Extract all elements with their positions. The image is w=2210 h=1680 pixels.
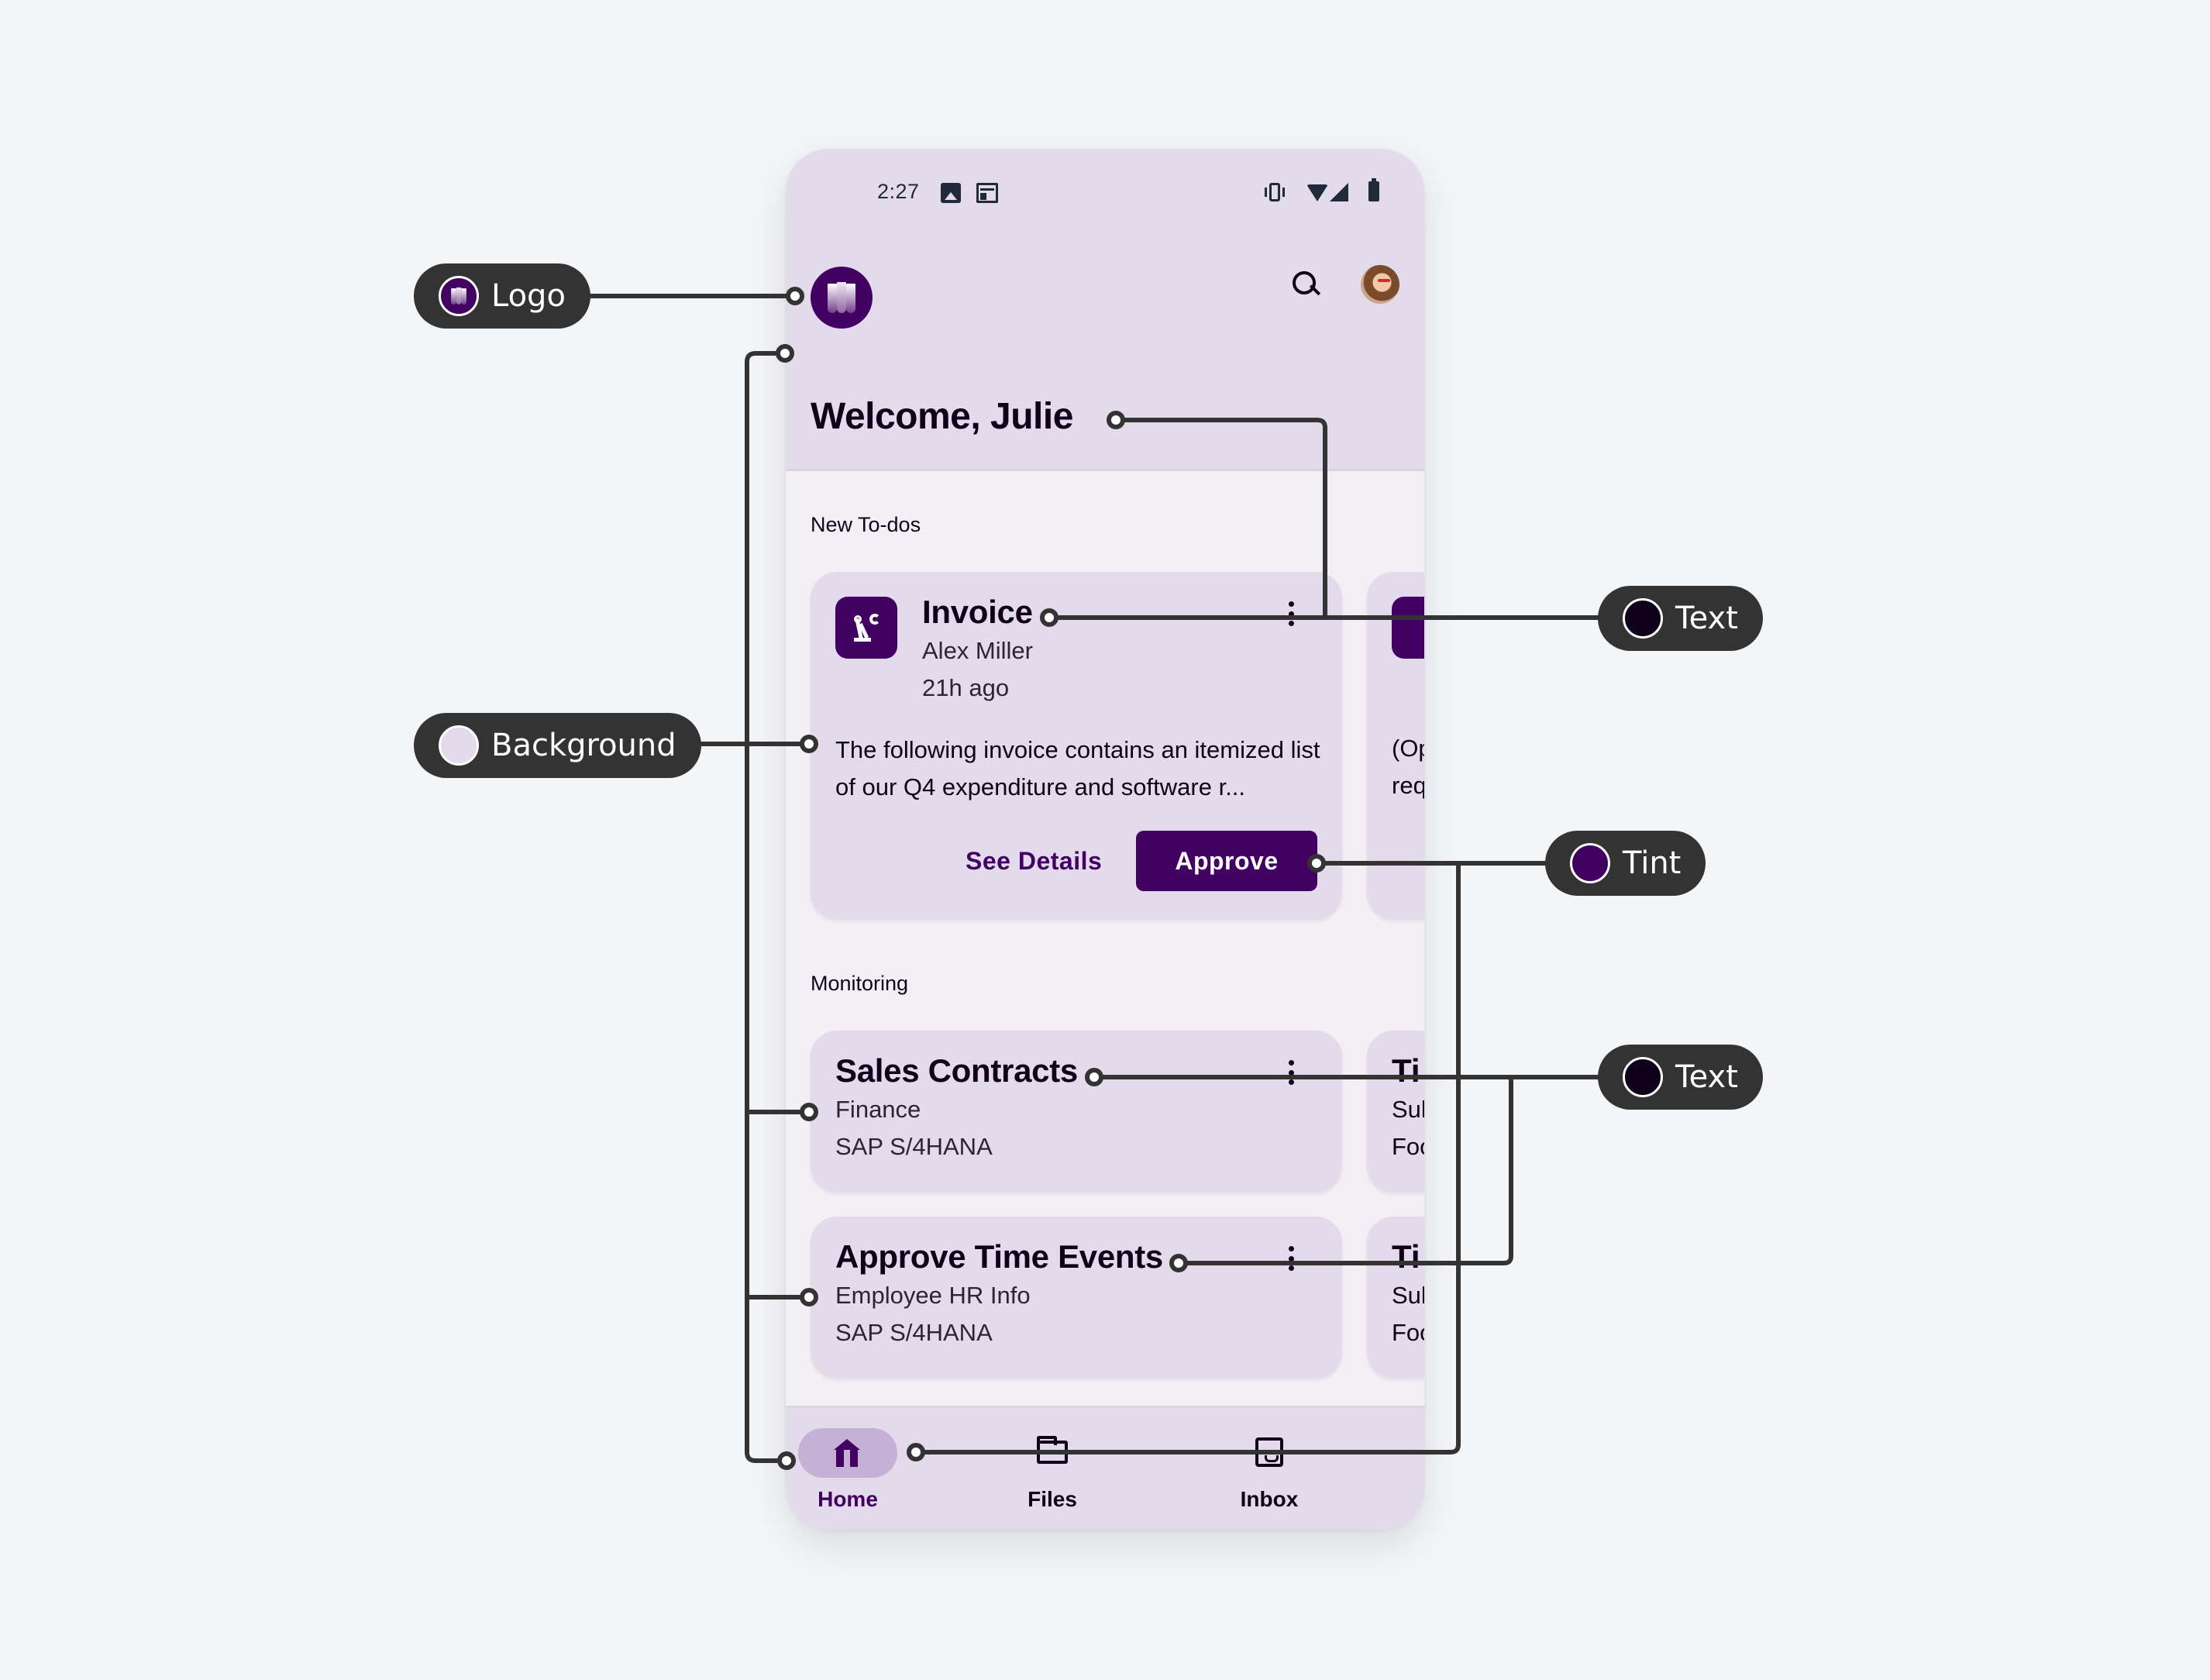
annotation-label: Text [1675,1059,1738,1095]
battery-icon [1368,178,1379,201]
home-icon [834,1439,860,1467]
nav-item-inbox[interactable]: Inbox [1207,1428,1331,1513]
welcome-title: Welcome, Julie [811,396,1073,437]
monitoring-title: Sales Contracts [835,1052,1078,1089]
todo-time: 21h ago [922,674,1010,701]
status-time: 2:27 [877,180,920,203]
app-header: 2:27 Welcome, Julie [786,149,1424,471]
phone-screen: 2:27 Welcome, Julie New To-dos Invoice A… [786,149,1424,1530]
inbox-icon [1255,1437,1283,1467]
annotation-label: Text [1675,601,1738,636]
color-swatch [1623,1057,1663,1097]
more-options-icon[interactable] [1283,1057,1299,1088]
robot-arm-icon [1392,597,1424,659]
peek-title: Ti [1392,1238,1420,1275]
annotation-logo: Logo [414,263,590,329]
todo-card-peek[interactable]: (Op req [1367,572,1424,919]
nav-label: Inbox [1240,1487,1299,1511]
monitoring-card[interactable]: Sales Contracts Finance SAP S/4HANA [811,1031,1342,1192]
todo-card[interactable]: Invoice Alex Miller 21h ago The followin… [811,572,1342,919]
monitoring-system: SAP S/4HANA [835,1319,993,1346]
peek-line: Sul [1392,1282,1424,1309]
section-label-todos: New To-dos [811,513,921,536]
annotation-label: Logo [491,278,566,314]
app-logo-icon [811,267,873,329]
annotation-background: Background [414,713,701,778]
section-label-monitoring: Monitoring [811,972,909,995]
see-details-button[interactable]: See Details [950,831,1117,891]
color-swatch [439,725,479,766]
annotation-text-bottom: Text [1598,1045,1763,1110]
monitoring-card[interactable]: Approve Time Events Employee HR Info SAP… [811,1217,1342,1378]
todo-subtitle: Alex Miller [922,637,1033,664]
annotation-text-top: Text [1598,586,1763,651]
more-options-icon[interactable] [1283,598,1299,629]
app-logo-icon [439,276,479,316]
monitoring-subtitle: Finance [835,1096,921,1123]
color-swatch [1570,843,1610,883]
nav-item-files[interactable]: Files [990,1428,1114,1513]
color-swatch [1623,598,1663,639]
robot-arm-icon [835,597,897,659]
peek-line: Sul [1392,1096,1424,1123]
nav-item-home[interactable]: Home [786,1428,910,1513]
user-avatar[interactable] [1361,265,1399,304]
annotation-tint: Tint [1545,831,1706,896]
peek-line: Foo [1392,1133,1424,1160]
bottom-navigation: Home Files Inbox [786,1406,1424,1530]
peek-line: Foo [1392,1319,1424,1346]
monitoring-card-peek[interactable]: Ti Sul Foo [1367,1031,1424,1192]
status-bar: 2:27 [786,178,1424,208]
annotation-label: Background [491,728,676,763]
monitoring-subtitle: Employee HR Info [835,1282,1031,1309]
folder-icon [1037,1436,1068,1464]
signal-icon [1330,183,1348,201]
peek-body-line: req [1392,772,1424,799]
wifi-icon [1306,184,1328,201]
todo-body: The following invoice contains an itemiz… [835,736,1320,800]
nav-label: Files [1028,1487,1077,1511]
more-options-icon[interactable] [1283,1243,1299,1274]
news-icon [976,183,998,203]
vibrate-icon [1265,183,1285,201]
peek-title: Ti [1392,1052,1420,1089]
annotation-label: Tint [1623,845,1682,881]
approve-button[interactable]: Approve [1136,831,1317,891]
search-icon[interactable] [1286,267,1324,304]
image-icon [941,183,961,203]
nav-label: Home [818,1487,878,1511]
peek-body-line: (Op [1392,735,1424,762]
monitoring-card-peek[interactable]: Ti Sul Foo [1367,1217,1424,1378]
todo-title: Invoice [922,594,1033,630]
monitoring-title: Approve Time Events [835,1238,1163,1275]
monitoring-system: SAP S/4HANA [835,1133,993,1160]
